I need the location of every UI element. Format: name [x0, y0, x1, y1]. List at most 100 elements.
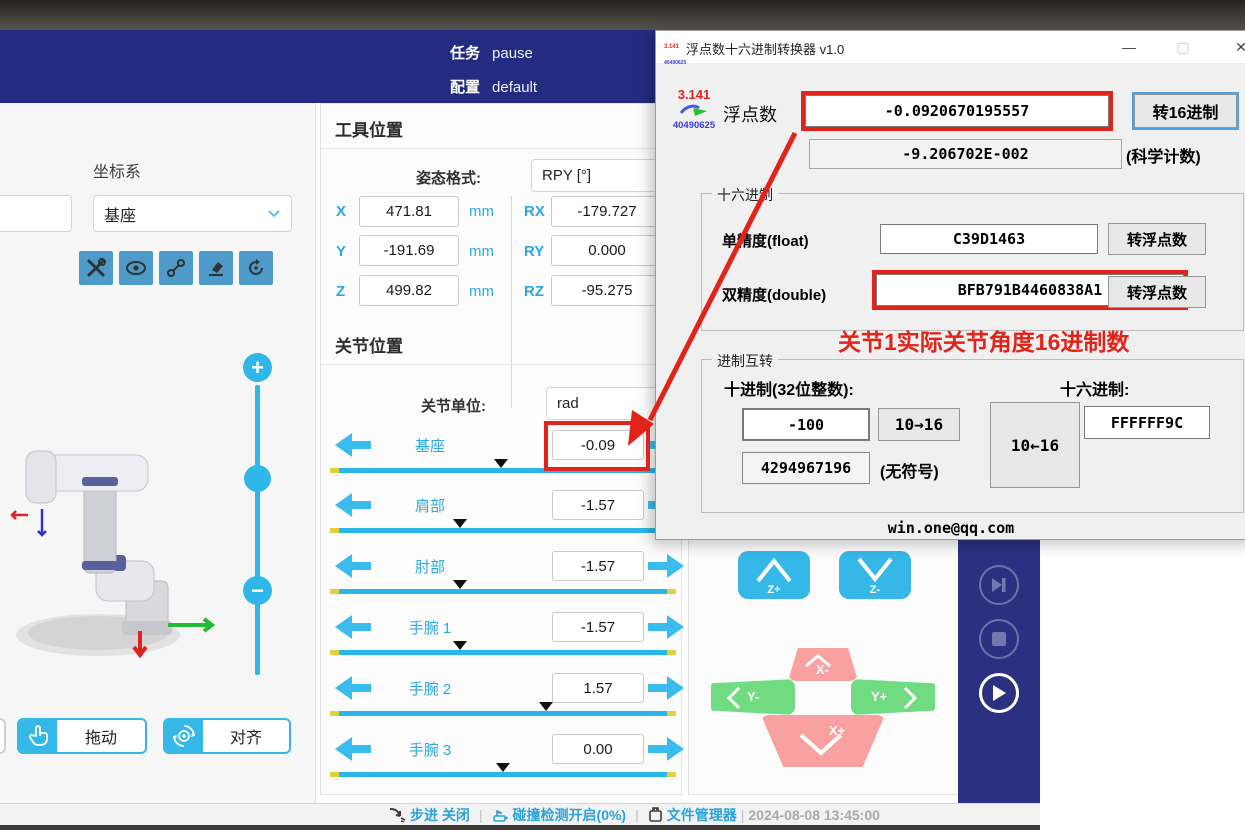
ry-value[interactable]: 0.000: [551, 235, 663, 266]
joint-slider-marker[interactable]: [494, 459, 508, 468]
drag-mode-button[interactable]: 拖动: [17, 718, 147, 754]
bottom-strip: [0, 825, 1040, 830]
minimize-button[interactable]: —: [1112, 31, 1146, 63]
float-hex-input[interactable]: [880, 224, 1098, 254]
edge-button-partial[interactable]: [0, 718, 6, 754]
joint-slider[interactable]: [330, 468, 676, 473]
zoom-slider-handle[interactable]: [244, 465, 271, 492]
step-status[interactable]: 步进 关闭: [388, 805, 470, 825]
axis-label-rz: RZ: [524, 283, 544, 300]
joint-unit-value: rad: [557, 395, 579, 412]
joint-slider[interactable]: [330, 589, 676, 594]
jog-x-plus-button[interactable]: X+: [761, 715, 885, 767]
joint-value[interactable]: -1.57: [552, 551, 644, 581]
file-manager[interactable]: 文件管理器: [648, 805, 737, 825]
jog-y-minus-button[interactable]: Y-: [711, 679, 795, 715]
tools-icon: [86, 258, 106, 278]
joint-slider[interactable]: [330, 650, 676, 655]
jog-z-plus-button[interactable]: Z+: [738, 551, 810, 599]
joint-slider-marker[interactable]: [453, 641, 467, 650]
float-hex-field-wrap: [880, 224, 1098, 254]
erase-button[interactable]: [199, 251, 233, 285]
joint-value[interactable]: 0.00: [552, 734, 644, 764]
joint-plus-icon: [648, 554, 684, 578]
separator: |: [741, 807, 745, 823]
usb-icon: [648, 806, 663, 823]
z-value[interactable]: 499.82: [359, 275, 459, 306]
joint-slider[interactable]: [330, 711, 676, 716]
task-value: pause: [492, 45, 533, 62]
hex-input[interactable]: [1084, 406, 1210, 439]
joint-slider-marker[interactable]: [453, 519, 467, 528]
converter-window-icon: 3.14140490625: [664, 36, 682, 58]
joint-minus-icon: [335, 493, 371, 517]
y-value[interactable]: -191.69: [359, 235, 459, 266]
coord-system-dropdown[interactable]: 基座: [93, 195, 292, 232]
stop-button[interactable]: [979, 619, 1019, 659]
zoom-out-button[interactable]: −: [243, 576, 272, 605]
dec-to-hex-button[interactable]: 10→16: [878, 408, 960, 441]
hex-to-dec-button[interactable]: 10←16: [990, 402, 1080, 488]
decimal-label: 十进制(32位整数):: [724, 376, 854, 400]
separator: |: [479, 807, 483, 823]
double-to-float-button[interactable]: 转浮点数: [1108, 276, 1206, 308]
hex-field-wrap: [1084, 406, 1210, 439]
config-label: 配置: [450, 79, 480, 96]
maximize-button[interactable]: ▢: [1166, 31, 1200, 63]
x-unit: mm: [469, 203, 494, 220]
collision-status[interactable]: 碰撞检测开启(0%): [492, 805, 627, 825]
joint-slider-marker[interactable]: [453, 580, 467, 589]
coord-system-value: 基座: [104, 202, 136, 226]
rz-value[interactable]: -95.275: [551, 275, 663, 306]
joint-value[interactable]: -1.57: [552, 612, 644, 642]
robot-3d-view[interactable]: [8, 443, 228, 673]
joint-row: 基座-0.09: [330, 430, 678, 482]
chevron-down-icon: [267, 209, 281, 218]
x-value[interactable]: 471.81: [359, 196, 459, 227]
unsigned-value-box: 4294967196: [742, 452, 870, 484]
to-hex-button[interactable]: 转16进制: [1134, 94, 1237, 128]
chevron-up-icon: [754, 557, 794, 583]
joint-value[interactable]: 1.57: [552, 673, 644, 703]
close-button[interactable]: ✕: [1224, 31, 1245, 63]
jog-y-plus-button[interactable]: Y+: [851, 679, 935, 715]
axis-label-ry: RY: [524, 243, 544, 260]
joint-slider[interactable]: [330, 772, 676, 777]
zoom-slider-track[interactable]: [255, 385, 260, 675]
joint-name: 手腕 1: [370, 617, 490, 638]
float-input[interactable]: [805, 95, 1109, 127]
align-label: 对齐: [203, 724, 289, 748]
annotation-text: 关节1实际关节角度16进制数: [838, 323, 1129, 357]
zoom-in-label: +: [251, 355, 264, 381]
path-button[interactable]: [159, 251, 193, 285]
rx-value[interactable]: -179.727: [551, 196, 663, 227]
reset-view-button[interactable]: [239, 251, 273, 285]
float-input-highlight: [801, 91, 1113, 131]
stop-icon: [992, 632, 1006, 646]
axis-label-x: X: [336, 203, 346, 220]
show-button[interactable]: [119, 251, 153, 285]
float-to-float-button[interactable]: 转浮点数: [1108, 223, 1206, 255]
joint-value[interactable]: -1.57: [552, 490, 644, 520]
converter-titlebar[interactable]: 3.14140490625 浮点数十六进制转换器 v1.0 — ▢ ✕: [656, 31, 1245, 63]
play-button[interactable]: [979, 673, 1019, 713]
jog-z-plus-label: Z+: [767, 584, 780, 596]
joint-minus-icon: [335, 737, 371, 761]
jog-z-minus-button[interactable]: Z-: [839, 551, 911, 599]
jog-x-minus-button[interactable]: X-: [788, 648, 858, 681]
joint-slider[interactable]: [330, 528, 676, 533]
decimal-input[interactable]: [742, 408, 870, 441]
run-control-bar: [958, 535, 1040, 830]
joint-slider-marker[interactable]: [496, 763, 510, 772]
tools-button[interactable]: [79, 251, 113, 285]
joint-value[interactable]: -0.09: [552, 430, 644, 460]
file-manager-label: 文件管理器: [667, 805, 737, 825]
joint-name: 肩部: [370, 495, 490, 516]
joint-slider-marker[interactable]: [539, 702, 553, 711]
step-next-button[interactable]: [979, 565, 1019, 605]
edge-input-partial[interactable]: [0, 195, 72, 232]
align-mode-button[interactable]: 对齐: [163, 718, 291, 754]
zoom-in-button[interactable]: +: [243, 353, 272, 382]
task-status: 任务pause: [450, 42, 533, 63]
jog-y-plus-label: Y+: [871, 689, 887, 704]
